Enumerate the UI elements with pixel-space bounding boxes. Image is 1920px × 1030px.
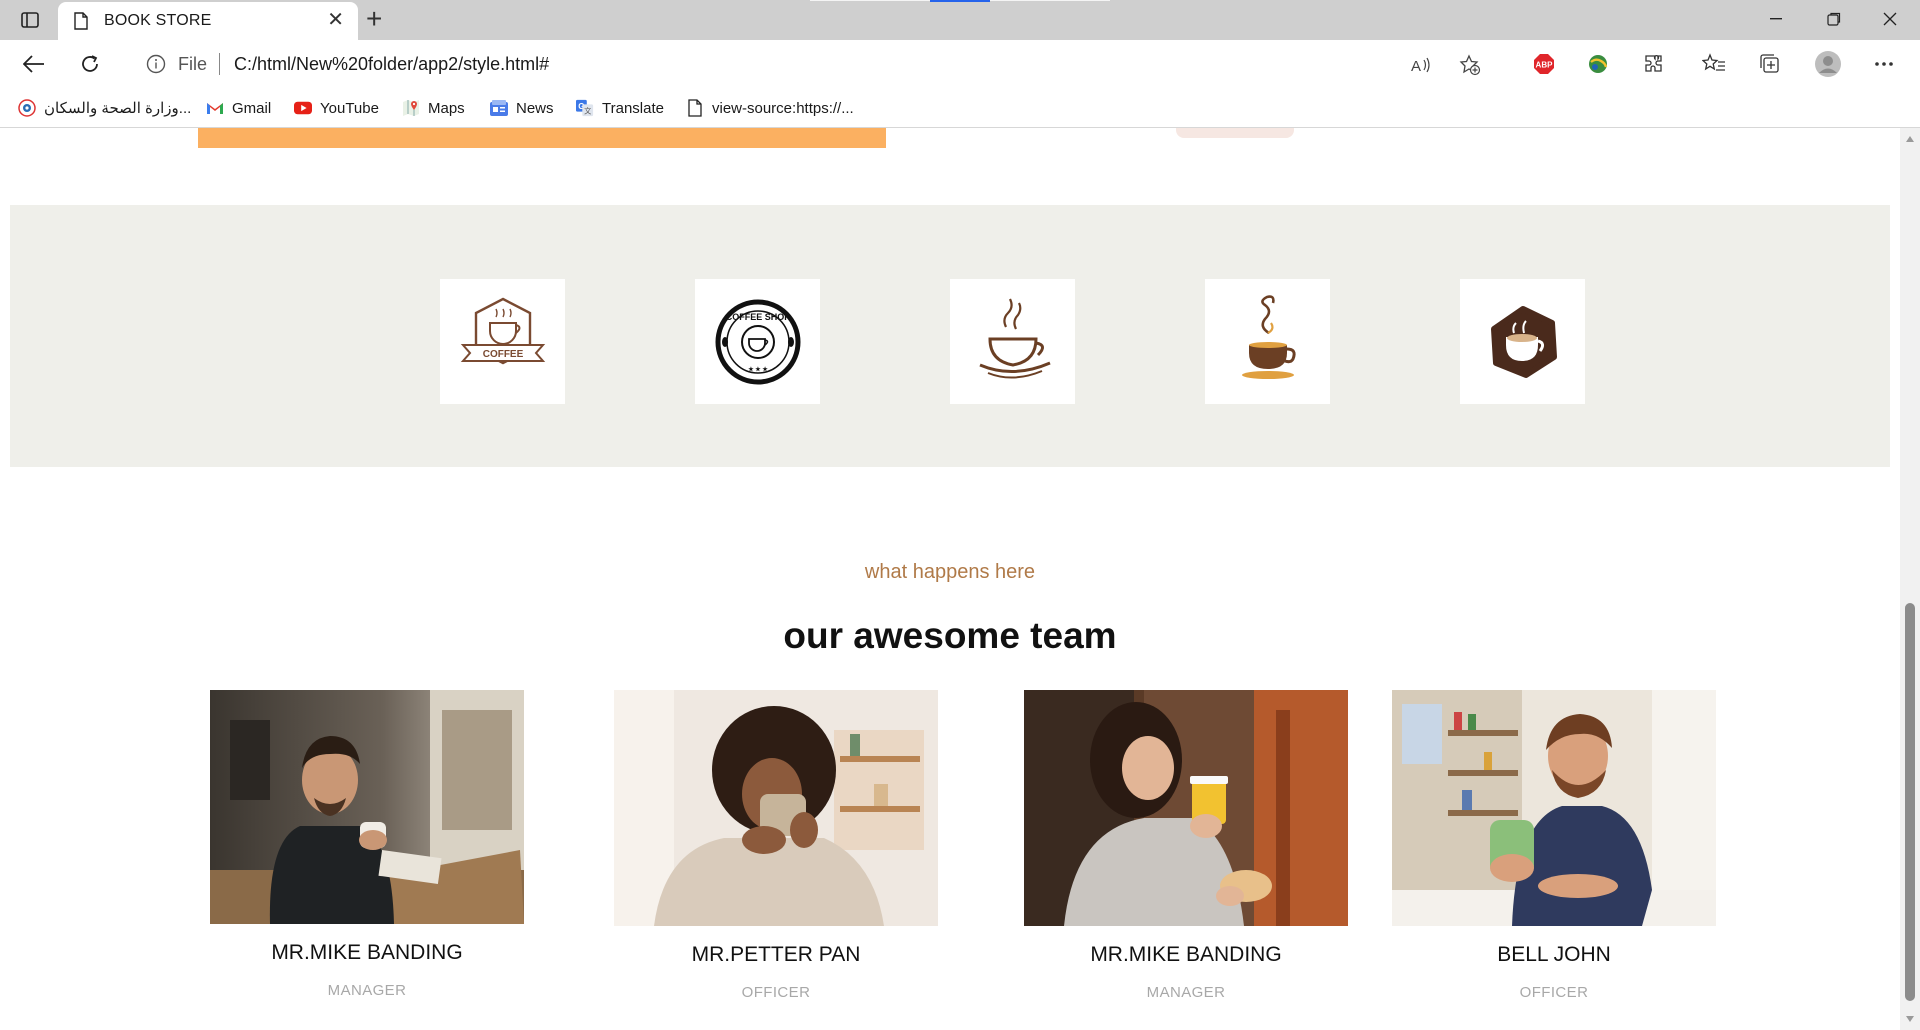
team-member-name: BELL JOHN bbox=[1497, 943, 1611, 966]
svg-text:文: 文 bbox=[584, 106, 591, 115]
favorites-icon[interactable] bbox=[1700, 51, 1728, 77]
logo-steaming-cup[interactable] bbox=[950, 279, 1075, 404]
svg-text:COFFEE SHOP: COFFEE SHOP bbox=[725, 312, 790, 322]
team-member-name: MR.MIKE BANDING bbox=[271, 941, 463, 964]
back-icon[interactable] bbox=[16, 48, 52, 80]
logo-aroma-cup[interactable] bbox=[1205, 279, 1330, 404]
news-icon bbox=[490, 99, 508, 117]
bookmark-label: Gmail bbox=[232, 99, 272, 117]
logo-coffee-ribbon-badge[interactable]: COFFEE bbox=[440, 279, 565, 404]
new-tab-icon[interactable]: + bbox=[366, 5, 382, 33]
coffee-ribbon-badge-icon: COFFEE bbox=[460, 297, 545, 364]
adblock-icon[interactable]: ABP bbox=[1530, 51, 1558, 77]
team-section-kicker: what happens here bbox=[864, 561, 1036, 583]
page-icon bbox=[686, 99, 704, 117]
bookmark-label: Maps bbox=[428, 99, 465, 117]
team-member-photo[interactable] bbox=[1392, 690, 1716, 926]
tab-actions-icon[interactable] bbox=[18, 9, 42, 31]
team-member-name: MR.PETTER PAN bbox=[691, 943, 861, 966]
scroll-down-arrow-icon[interactable] bbox=[1906, 1016, 1914, 1022]
logo-hexagon-cup[interactable] bbox=[1460, 279, 1585, 404]
close-tab-icon[interactable]: ✕ bbox=[327, 10, 344, 30]
bookmark-youtube[interactable]: YouTube bbox=[294, 97, 379, 119]
svg-text:ABP: ABP bbox=[1536, 61, 1554, 70]
partner-logos-band: COFFEE COFFEE SHOP ★ ★ ★ bbox=[10, 205, 1890, 467]
team-member-photo[interactable] bbox=[614, 690, 938, 926]
team-member-role: OFFICER bbox=[741, 984, 811, 1001]
gmail-icon bbox=[206, 99, 224, 117]
tab-title: BOOK STORE bbox=[104, 12, 212, 29]
bookmark-label: وزارة الصحة والسكان... bbox=[44, 100, 192, 117]
collections-icon[interactable] bbox=[1756, 51, 1784, 77]
team-member-role: MANAGER bbox=[1146, 984, 1226, 1001]
bookmark-view-source[interactable]: view-source:https://... bbox=[686, 97, 854, 119]
steaming-cup-icon bbox=[978, 298, 1051, 378]
bookmark-label: view-source:https://... bbox=[712, 99, 854, 117]
address-scheme-label: File bbox=[178, 54, 208, 74]
add-favorite-icon[interactable] bbox=[1456, 52, 1484, 78]
close-window-icon[interactable] bbox=[1862, 4, 1918, 34]
svg-text:COFFEE: COFFEE bbox=[482, 349, 523, 360]
orange-accent-bar bbox=[198, 128, 886, 148]
bookmark-label: News bbox=[516, 99, 554, 117]
bookmark-translate[interactable]: G文 Translate bbox=[576, 97, 664, 119]
restore-icon[interactable] bbox=[1806, 4, 1862, 34]
bookmark-maps[interactable]: Maps bbox=[402, 97, 465, 119]
youtube-icon bbox=[294, 99, 312, 117]
page-icon bbox=[74, 12, 88, 35]
aroma-cup-icon bbox=[1241, 294, 1296, 379]
team-member-name: MR.MIKE BANDING bbox=[1090, 943, 1282, 966]
bookmark-label: YouTube bbox=[320, 99, 379, 117]
team-member-photo[interactable] bbox=[210, 690, 524, 924]
coffee-shop-badge-icon: COFFEE SHOP ★ ★ ★ bbox=[715, 299, 800, 384]
more-menu-icon[interactable] bbox=[1870, 51, 1898, 77]
browser-toolbar: File C:/html/New%20folder/app2/style.htm… bbox=[0, 40, 1920, 88]
maps-icon bbox=[402, 99, 420, 117]
profile-avatar-icon[interactable] bbox=[1814, 51, 1842, 77]
active-tab[interactable]: BOOK STORE ✕ bbox=[58, 2, 358, 40]
browser-tab-bar: BOOK STORE ✕ + bbox=[0, 0, 1920, 40]
bookmark-ministry[interactable]: وزارة الصحة والسكان... bbox=[18, 97, 191, 119]
pink-button-edge[interactable] bbox=[1176, 128, 1294, 138]
address-url[interactable]: C:/html/New%20folder/app2/style.html# bbox=[234, 54, 549, 75]
translate-icon: G文 bbox=[576, 99, 594, 117]
bookmark-news[interactable]: News bbox=[490, 97, 554, 119]
extensions-icon[interactable] bbox=[1640, 51, 1668, 77]
team-member-role: MANAGER bbox=[327, 982, 407, 999]
read-aloud-icon[interactable]: A bbox=[1408, 52, 1436, 78]
logo-coffee-shop-circle-badge[interactable]: COFFEE SHOP ★ ★ ★ bbox=[695, 279, 820, 404]
scroll-up-arrow-icon[interactable] bbox=[1906, 136, 1914, 142]
refresh-icon[interactable] bbox=[72, 48, 108, 80]
tab-strip-indicator bbox=[930, 0, 990, 2]
bookmark-label: Translate bbox=[602, 99, 664, 117]
globe-extension-icon[interactable] bbox=[1584, 51, 1612, 77]
ministry-logo-icon bbox=[18, 99, 36, 117]
scrollbar-thumb[interactable] bbox=[1905, 603, 1915, 1001]
svg-text:★ ★ ★: ★ ★ ★ bbox=[748, 366, 768, 373]
address-bar[interactable]: File C:/html/New%20folder/app2/style.htm… bbox=[124, 44, 1508, 84]
team-member-photo[interactable] bbox=[1024, 690, 1348, 926]
info-icon[interactable] bbox=[146, 54, 166, 79]
team-member-role: OFFICER bbox=[1519, 984, 1589, 1001]
page-viewport: COFFEE COFFEE SHOP ★ ★ ★ what happens he… bbox=[0, 128, 1900, 1030]
team-section-title: our awesome team bbox=[783, 615, 1117, 656]
page-scrollbar[interactable] bbox=[1900, 128, 1920, 1030]
address-separator bbox=[219, 53, 220, 75]
hexagon-cup-icon bbox=[1490, 305, 1557, 378]
svg-text:A: A bbox=[1411, 58, 1421, 74]
minimize-icon[interactable] bbox=[1748, 4, 1804, 34]
bookmark-gmail[interactable]: Gmail bbox=[206, 97, 271, 119]
bookmarks-bar: وزارة الصحة والسكان... Gmail YouTube Map… bbox=[0, 88, 1920, 128]
